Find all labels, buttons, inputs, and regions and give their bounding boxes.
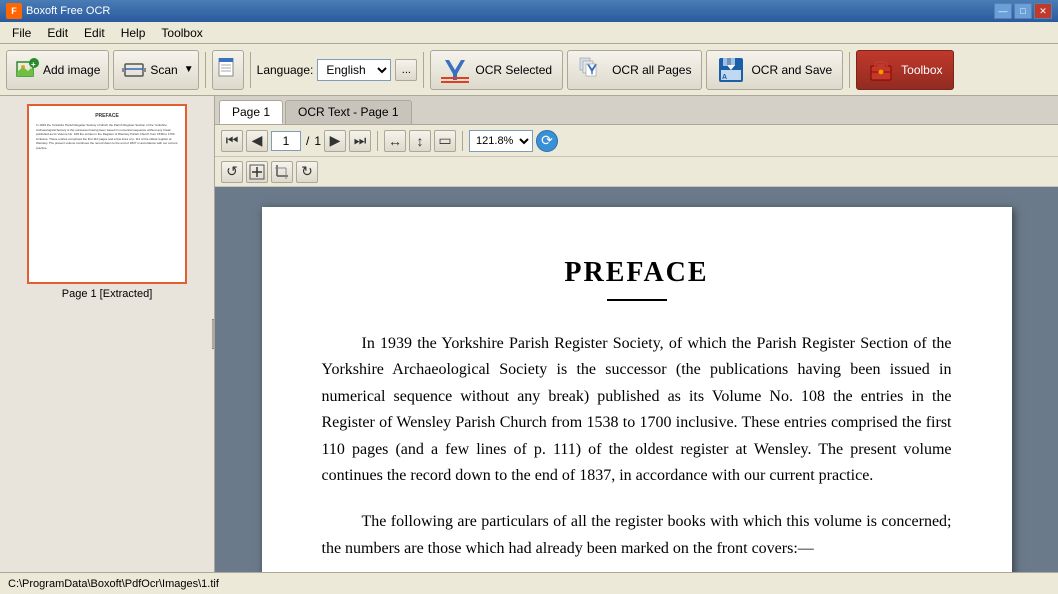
menu-edit2[interactable]: Edit	[76, 24, 113, 42]
language-more-button[interactable]: ...	[395, 59, 417, 81]
page-number-input[interactable]	[271, 131, 301, 151]
scan-button[interactable]: Scan ▼	[113, 50, 198, 90]
view-sep2	[462, 131, 463, 151]
doc-paragraph-2: The following are particulars of all the…	[322, 509, 952, 562]
doc-paragraph-1: In 1939 the Yorkshire Parish Register So…	[322, 331, 952, 489]
toolbar: + Add image Scan ▼	[0, 44, 1058, 96]
page-thumbnail-1[interactable]: PREFACE In 1939 the Yorkshire Parish Reg…	[8, 104, 206, 300]
rotate-ccw-button[interactable]: ↺	[221, 161, 243, 183]
next-page-button[interactable]: ▶	[324, 130, 346, 152]
add-image-label: Add image	[43, 63, 100, 77]
page-button[interactable]	[212, 50, 244, 90]
last-page-button[interactable]: ⏭	[349, 130, 371, 152]
status-path: C:\ProgramData\Boxoft\PdfOcr\Images\1.ti…	[8, 578, 219, 590]
ocr-all-pages-label: OCR all Pages	[612, 63, 691, 77]
tab-bar: Page 1 OCR Text - Page 1	[215, 96, 1058, 125]
tab-page-1[interactable]: Page 1	[219, 100, 283, 124]
titlebar: F Boxoft Free OCR — □ ✕	[0, 0, 1058, 22]
zoom-refresh-button[interactable]: ⟳	[536, 130, 558, 152]
page-icon	[217, 55, 239, 85]
add-image-button[interactable]: + Add image	[6, 50, 109, 90]
menu-toolbox[interactable]: Toolbox	[153, 24, 210, 42]
ocr-all-pages-icon	[578, 56, 606, 84]
first-page-button[interactable]: ⏮	[221, 130, 243, 152]
ocr-and-save-button[interactable]: A OCR and Save	[706, 50, 843, 90]
page-total: 1	[314, 134, 321, 148]
thumb-content-1: PREFACE In 1939 the Yorkshire Parish Reg…	[33, 110, 181, 278]
prev-page-button[interactable]: ◀	[246, 130, 268, 152]
menu-file[interactable]: File	[4, 24, 39, 42]
doc-page: PREFACE In 1939 the Yorkshire Parish Reg…	[262, 207, 1012, 572]
toolbox-button[interactable]: Toolbox	[856, 50, 953, 90]
app-title: Boxoft Free OCR	[26, 5, 994, 17]
thumb-title: PREFACE	[36, 113, 178, 120]
scan-icon	[122, 58, 146, 82]
left-panel: PREFACE In 1939 the Yorkshire Parish Reg…	[0, 96, 215, 572]
menu-edit[interactable]: Edit	[39, 24, 76, 42]
panel-collapse-arrow[interactable]: ◀	[212, 319, 215, 349]
fit-width-button[interactable]: ↔	[384, 130, 406, 152]
toolbox-icon	[867, 56, 895, 84]
separator3	[423, 52, 424, 88]
scan-label: Scan	[150, 63, 177, 77]
thumb-text: In 1939 the Yorkshire Parish Register So…	[36, 123, 178, 150]
ocr-selected-label: OCR Selected	[475, 63, 552, 77]
separator1	[205, 52, 206, 88]
view-toolbar2: ↺ ↻	[215, 157, 1058, 187]
scan-dropdown-arrow[interactable]: ▼	[184, 64, 194, 75]
separator4	[849, 52, 850, 88]
add-page-button[interactable]	[246, 161, 268, 183]
language-group: Language: English French German Spanish …	[257, 59, 418, 81]
ocr-and-save-icon: A	[717, 56, 745, 84]
view-sep1	[377, 131, 378, 151]
maximize-button[interactable]: □	[1014, 3, 1032, 19]
language-select[interactable]: English French German Spanish	[317, 59, 391, 81]
close-button[interactable]: ✕	[1034, 3, 1052, 19]
minimize-button[interactable]: —	[994, 3, 1012, 19]
doc-title: PREFACE	[322, 257, 952, 289]
doc-content[interactable]: PREFACE In 1939 the Yorkshire Parish Reg…	[215, 187, 1058, 572]
zoom-select[interactable]: 121.8% 50% 75% 100% 150% 200%	[469, 130, 533, 152]
view-toolbar: ⏮ ◀ / 1 ▶ ⏭ ↔ ↕ ▭ 121.8% 50% 75% 100% 15…	[215, 125, 1058, 157]
doc-divider	[607, 299, 667, 301]
statusbar: C:\ProgramData\Boxoft\PdfOcr\Images\1.ti…	[0, 572, 1058, 594]
menubar: File Edit Edit Help Toolbox	[0, 22, 1058, 44]
ocr-all-pages-button[interactable]: OCR all Pages	[567, 50, 702, 90]
toolbox-label: Toolbox	[901, 63, 942, 77]
page-separator: /	[304, 134, 311, 148]
svg-text:+: +	[31, 60, 36, 69]
ocr-and-save-label: OCR and Save	[751, 63, 832, 77]
ocr-selected-button[interactable]: OCR Selected	[430, 50, 563, 90]
right-panel: Page 1 OCR Text - Page 1 ⏮ ◀ / 1 ▶ ⏭ ↔ ↕…	[215, 96, 1058, 572]
tab-ocr-text[interactable]: OCR Text - Page 1	[285, 100, 412, 124]
language-label: Language:	[257, 63, 314, 77]
main-area: PREFACE In 1939 the Yorkshire Parish Reg…	[0, 96, 1058, 572]
actual-size-button[interactable]: ▭	[434, 130, 456, 152]
menu-help[interactable]: Help	[113, 24, 154, 42]
crop-button[interactable]	[271, 161, 293, 183]
rotate-cw-button[interactable]: ↻	[296, 161, 318, 183]
separator2	[250, 52, 251, 88]
thumb-label-1: Page 1 [Extracted]	[62, 288, 153, 300]
app-icon: F	[6, 3, 22, 19]
add-image-icon: +	[15, 58, 39, 82]
fit-height-button[interactable]: ↕	[409, 130, 431, 152]
window-controls: — □ ✕	[994, 3, 1052, 19]
svg-text:A: A	[722, 74, 727, 81]
thumb-frame-1[interactable]: PREFACE In 1939 the Yorkshire Parish Reg…	[27, 104, 187, 284]
ocr-selected-icon	[441, 56, 469, 84]
